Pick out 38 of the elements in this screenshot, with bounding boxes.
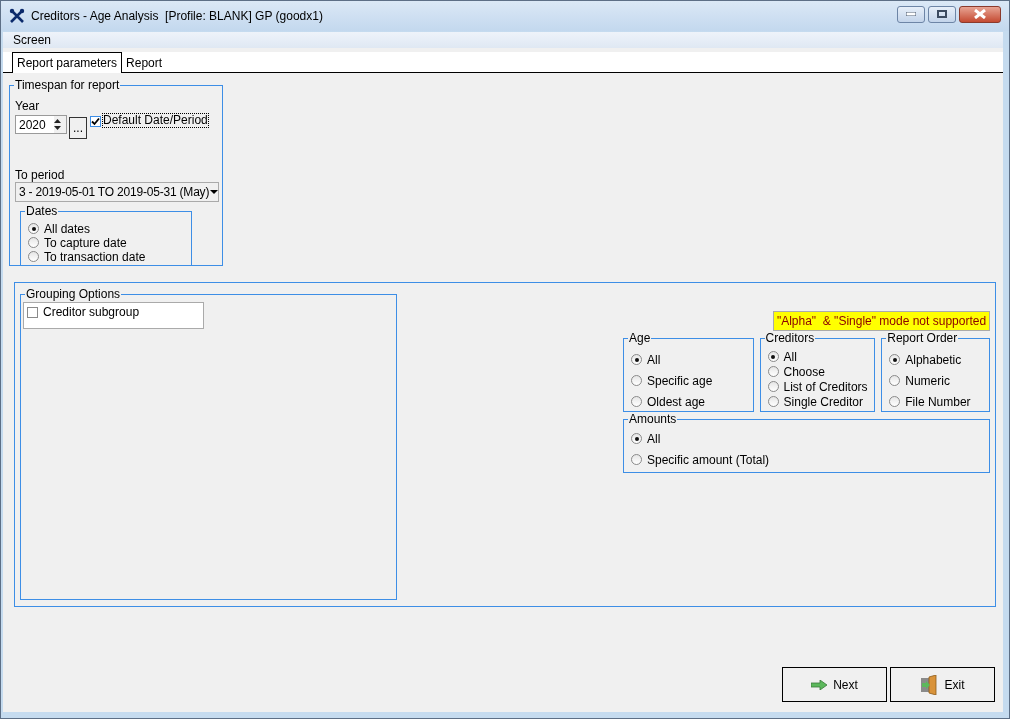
tab[interactable]: Report — [122, 54, 167, 72]
group-title: Amounts — [628, 413, 678, 426]
radio-label[interactable]: All — [647, 352, 661, 367]
menu-item[interactable]: Screen — [13, 33, 52, 47]
radio-label[interactable]: All — [647, 431, 661, 446]
group-title: Report Order — [886, 332, 959, 345]
notice-banner: "Alpha" & "Single" mode not supported — [773, 311, 990, 331]
radio-label[interactable]: Specific age — [647, 373, 713, 388]
next-button[interactable]: Next — [782, 667, 887, 702]
field-label: To period — [15, 168, 66, 182]
radio-label[interactable]: Numeric — [905, 373, 950, 388]
period-dropdown[interactable]: 3 - 2019-05-01 TO 2019-05-31 (May) — [15, 182, 219, 202]
year-value: 2020 — [19, 117, 46, 132]
radio-label[interactable]: To transaction date — [44, 249, 146, 264]
radio-label[interactable]: List of Creditors — [783, 379, 868, 394]
radio-label[interactable]: Alphabetic — [905, 352, 962, 367]
group-title: Creditors — [764, 332, 816, 345]
year-spinner[interactable]: 2020 — [15, 115, 67, 134]
window-title: Creditors - Age Analysis [Profile: BLANK] GP (goodx1) — [31, 9, 323, 23]
radio-label[interactable]: Specific amount (Total) — [647, 452, 770, 467]
group-title: Timespan for report — [14, 79, 121, 92]
exit-button[interactable]: Exit — [890, 667, 995, 702]
field-label: Year — [15, 99, 41, 113]
radio-label[interactable]: All dates — [44, 221, 91, 236]
radio-label[interactable]: Oldest age — [647, 394, 706, 409]
group-title: Age — [628, 332, 652, 345]
period-value: 3 - 2019-05-01 TO 2019-05-31 (May) — [19, 185, 210, 199]
group-title: Dates — [25, 205, 59, 218]
group-title: Grouping Options — [25, 288, 122, 301]
radio-label[interactable]: All — [783, 349, 797, 364]
radio-label[interactable]: Single Creditor — [783, 394, 863, 409]
tab[interactable]: Report parameters — [12, 52, 123, 73]
radio-label[interactable]: To capture date — [44, 235, 127, 250]
browse-button[interactable]: ... — [69, 117, 87, 139]
checkbox-label[interactable]: Creditor subgroup — [43, 305, 140, 319]
radio-label[interactable]: Choose — [783, 364, 825, 379]
checkbox-label[interactable]: Default Date/Period — [103, 114, 208, 127]
radio-label[interactable]: File Number — [905, 394, 971, 409]
